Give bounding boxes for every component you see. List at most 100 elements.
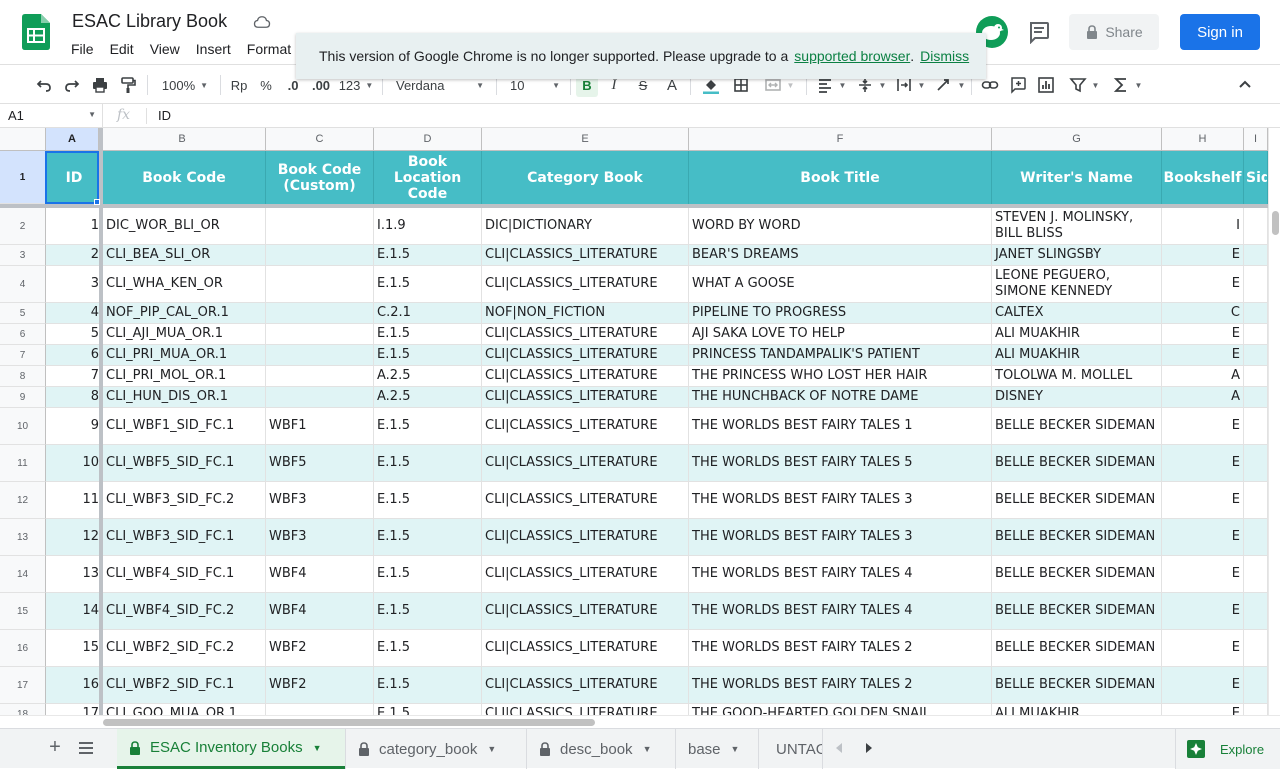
cell-writer[interactable]: ALI MUAKHIR — [992, 345, 1162, 366]
menu-insert[interactable]: Insert — [188, 38, 239, 60]
cell-book-title[interactable]: THE WORLDS BEST FAIRY TALES 2 — [689, 630, 992, 667]
cell-id[interactable]: 8 — [46, 387, 103, 408]
row-header-2[interactable]: 2 — [0, 208, 46, 245]
vertical-scrollbar[interactable] — [1268, 128, 1280, 715]
percent-format-button[interactable]: % — [256, 73, 276, 97]
column-header-d[interactable]: D — [374, 128, 482, 151]
cell-book-code[interactable]: CLI_PRI_MUA_OR.1 — [103, 345, 266, 366]
header-cell-bookshelf[interactable]: Bookshelf — [1162, 151, 1244, 204]
cell-writer[interactable]: TOLOLWA M. MOLLEL — [992, 366, 1162, 387]
cell-book-title[interactable]: THE GOOD-HEARTED GOLDEN SNAIL — [689, 704, 992, 715]
cell-id[interactable]: 4 — [46, 303, 103, 324]
cell-book-code[interactable]: CLI_WBF2_SID_FC.2 — [103, 630, 266, 667]
cell-writer[interactable]: BELLE BECKER SIDEMAN — [992, 445, 1162, 482]
cell-category[interactable]: CLI|CLASSICS_LITERATURE — [482, 556, 689, 593]
cell-book-code-custom[interactable] — [266, 704, 374, 715]
sheet-tab-esac-inventory-books[interactable]: ESAC Inventory Books ▼ — [117, 729, 345, 769]
cell-id[interactable]: 14 — [46, 593, 103, 630]
scroll-tabs-left-button[interactable] — [830, 739, 848, 757]
column-header-f[interactable]: F — [689, 128, 992, 151]
cell-book-code-custom[interactable] — [266, 245, 374, 266]
cell-writer[interactable]: ALI MUAKHIR — [992, 704, 1162, 715]
cell-id[interactable]: 6 — [46, 345, 103, 366]
menu-view[interactable]: View — [142, 38, 188, 60]
cell-book-code[interactable]: CLI_WBF3_SID_FC.1 — [103, 519, 266, 556]
formula-input[interactable]: ID — [158, 108, 171, 123]
cell-writer[interactable]: LEONE PEGUERO, SIMONE KENNEDY — [992, 266, 1162, 303]
cell-bookshelf[interactable]: E — [1162, 482, 1244, 519]
cell-bookshelf[interactable]: E — [1162, 630, 1244, 667]
cell-location-code[interactable]: C.2.1 — [374, 303, 482, 324]
cell-book-code[interactable]: CLI_WBF1_SID_FC.1 — [103, 408, 266, 445]
cell-book-title[interactable]: WHAT A GOOSE — [689, 266, 992, 303]
cell-writer[interactable]: BELLE BECKER SIDEMAN — [992, 408, 1162, 445]
row-header-12[interactable]: 12 — [0, 482, 46, 519]
sign-in-button[interactable]: Sign in — [1180, 14, 1260, 50]
cell-bookshelf[interactable]: A — [1162, 387, 1244, 408]
cell-location-code[interactable]: E.1.5 — [374, 667, 482, 704]
print-button[interactable] — [89, 73, 111, 97]
cell-id[interactable]: 3 — [46, 266, 103, 303]
cell-book-code[interactable]: CLI_AJI_MUA_OR.1 — [103, 324, 266, 345]
cell-empty[interactable] — [1244, 303, 1268, 324]
cell-book-title[interactable]: THE WORLDS BEST FAIRY TALES 2 — [689, 667, 992, 704]
cell-bookshelf[interactable]: E — [1162, 593, 1244, 630]
cell-book-title[interactable]: THE WORLDS BEST FAIRY TALES 3 — [689, 482, 992, 519]
cell-location-code[interactable]: E.1.5 — [374, 704, 482, 715]
scroll-tabs-right-button[interactable] — [860, 739, 878, 757]
comments-icon[interactable] — [1027, 20, 1051, 44]
zoom-select[interactable]: 100% ▼ — [156, 73, 214, 97]
cell-location-code[interactable]: E.1.5 — [374, 556, 482, 593]
cell-empty[interactable] — [1244, 345, 1268, 366]
cell-location-code[interactable]: E.1.5 — [374, 630, 482, 667]
cell-category[interactable]: NOF|NON_FICTION — [482, 303, 689, 324]
cell-book-code-custom[interactable]: WBF3 — [266, 482, 374, 519]
column-header-i[interactable]: I — [1244, 128, 1268, 151]
header-cell-book-code[interactable]: Book Code — [103, 151, 266, 204]
cell-id[interactable]: 15 — [46, 630, 103, 667]
cell-writer[interactable]: BELLE BECKER SIDEMAN — [992, 630, 1162, 667]
row-header-8[interactable]: 8 — [0, 366, 46, 387]
cell-bookshelf[interactable]: E — [1162, 667, 1244, 704]
cell-writer[interactable]: ALI MUAKHIR — [992, 324, 1162, 345]
cell-id[interactable]: 5 — [46, 324, 103, 345]
cell-empty[interactable] — [1244, 366, 1268, 387]
share-button[interactable]: Share — [1069, 14, 1159, 50]
cell-location-code[interactable]: E.1.5 — [374, 345, 482, 366]
select-all-corner[interactable] — [0, 128, 46, 151]
cell-writer[interactable]: BELLE BECKER SIDEMAN — [992, 556, 1162, 593]
row-header-3[interactable]: 3 — [0, 245, 46, 266]
cell-book-code-custom[interactable]: WBF4 — [266, 556, 374, 593]
cell-empty[interactable] — [1244, 408, 1268, 445]
column-header-a[interactable]: A — [46, 128, 99, 151]
cell-book-code[interactable]: CLI_PRI_MOL_OR.1 — [103, 366, 266, 387]
cell-empty[interactable] — [1244, 208, 1268, 245]
column-header-h[interactable]: H — [1162, 128, 1244, 151]
cell-bookshelf[interactable]: I — [1162, 208, 1244, 245]
cell-book-code-custom[interactable] — [266, 266, 374, 303]
cell-id[interactable]: 7 — [46, 366, 103, 387]
supported-browser-link[interactable]: supported browser — [794, 48, 910, 64]
cell-location-code[interactable]: A.2.5 — [374, 366, 482, 387]
cell-book-code-custom[interactable] — [266, 387, 374, 408]
cell-book-code-custom[interactable] — [266, 366, 374, 387]
row-header-15[interactable]: 15 — [0, 593, 46, 630]
cell-book-title[interactable]: BEAR'S DREAMS — [689, 245, 992, 266]
currency-format-button[interactable]: Rp — [228, 73, 250, 97]
cell-category[interactable]: CLI|CLASSICS_LITERATURE — [482, 266, 689, 303]
row-header-17[interactable]: 17 — [0, 667, 46, 704]
undo-button[interactable] — [33, 73, 55, 97]
row-header-7[interactable]: 7 — [0, 345, 46, 366]
filter-button[interactable]: ▼ — [1064, 73, 1104, 97]
cell-location-code[interactable]: E.1.5 — [374, 445, 482, 482]
cell-book-code[interactable]: CLI_WBF5_SID_FC.1 — [103, 445, 266, 482]
header-cell-book-title[interactable]: Book Title — [689, 151, 992, 204]
row-header-1[interactable]: 1 — [0, 151, 46, 204]
cell-book-title[interactable]: WORD BY WORD — [689, 208, 992, 245]
cell-category[interactable]: DIC|DICTIONARY — [482, 208, 689, 245]
row-header-18[interactable]: 18 — [0, 704, 46, 715]
cell-location-code[interactable]: E.1.5 — [374, 593, 482, 630]
header-cell-book-code-custom[interactable]: Book Code (Custom) — [266, 151, 374, 204]
sheets-logo-icon[interactable] — [22, 14, 50, 50]
cell-category[interactable]: CLI|CLASSICS_LITERATURE — [482, 593, 689, 630]
